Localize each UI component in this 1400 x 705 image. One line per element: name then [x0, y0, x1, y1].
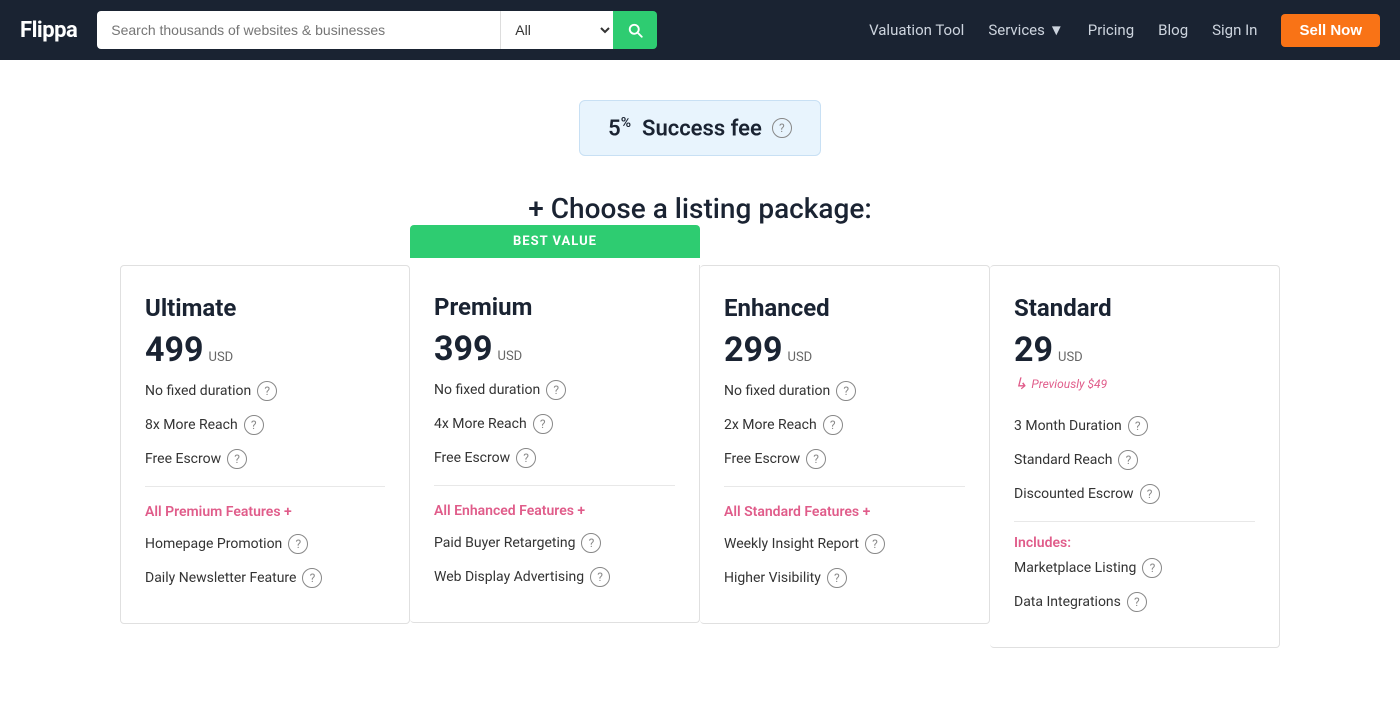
card-ultimate-title: Ultimate — [145, 294, 385, 322]
list-item: No fixed duration ? — [145, 374, 385, 408]
list-item: No fixed duration ? — [724, 374, 965, 408]
help-icon[interactable]: ? — [1127, 592, 1147, 612]
success-fee-help-icon[interactable]: ? — [772, 118, 792, 138]
help-icon[interactable]: ? — [823, 415, 843, 435]
card-standard-title: Standard — [1014, 294, 1255, 322]
list-item: Discounted Escrow ? — [1014, 477, 1255, 511]
card-premium: Premium 399 USD No fixed duration ? 4x M… — [410, 265, 700, 623]
card-standard-includes-label: Includes: — [1014, 528, 1071, 558]
help-icon[interactable]: ? — [533, 414, 553, 434]
card-standard-price: 29 — [1014, 330, 1053, 370]
card-ultimate: Ultimate 499 USD No fixed duration ? 8x … — [120, 265, 410, 624]
search-input[interactable] — [97, 11, 500, 49]
best-value-label: BEST VALUE — [410, 225, 700, 258]
card-enhanced-features-link[interactable]: All Standard Features + — [724, 497, 965, 527]
card-enhanced-price: 299 — [724, 330, 783, 370]
chevron-down-icon: ▼ — [1049, 21, 1064, 39]
list-item: Homepage Promotion ? — [145, 527, 385, 561]
card-ultimate-currency: USD — [209, 350, 234, 365]
list-item: 2x More Reach ? — [724, 408, 965, 442]
card-premium-price: 399 — [434, 329, 493, 369]
card-premium-features: No fixed duration ? 4x More Reach ? Free… — [434, 373, 675, 475]
card-premium-features-link[interactable]: All Enhanced Features + — [434, 496, 675, 526]
nav-links: Valuation Tool Services ▼ Pricing Blog S… — [869, 14, 1380, 47]
choose-package-title: + Choose a listing package: — [120, 192, 1280, 225]
list-item: Standard Reach ? — [1014, 443, 1255, 477]
list-item: Paid Buyer Retargeting ? — [434, 526, 675, 560]
pricing-cards: BEST VALUE Ultimate 499 USD No fixed dur… — [120, 265, 1280, 648]
search-button[interactable] — [613, 11, 657, 49]
help-icon[interactable]: ? — [827, 568, 847, 588]
divider — [724, 486, 965, 487]
help-icon[interactable]: ? — [1142, 558, 1162, 578]
list-item: Higher Visibility ? — [724, 561, 965, 595]
nav-valuation-tool[interactable]: Valuation Tool — [869, 21, 964, 39]
search-category-select[interactable]: All Websites Apps Domains Businesses — [500, 11, 613, 49]
card-standard-prev-price: ↳ Previously $49 — [1014, 374, 1255, 393]
nav-services[interactable]: Services ▼ — [988, 21, 1063, 39]
card-premium-title: Premium — [434, 293, 675, 321]
main-content: 5% Success fee ? + Choose a listing pack… — [100, 60, 1300, 688]
help-icon[interactable]: ? — [836, 381, 856, 401]
list-item: Free Escrow ? — [145, 442, 385, 476]
navbar: Flippa All Websites Apps Domains Busines… — [0, 0, 1400, 60]
card-standard: Standard 29 USD ↳ Previously $49 3 Month… — [990, 265, 1280, 648]
card-enhanced: Enhanced 299 USD No fixed duration ? 2x … — [700, 265, 990, 624]
list-item: Free Escrow ? — [724, 442, 965, 476]
list-item: Web Display Advertising ? — [434, 560, 675, 594]
divider — [145, 486, 385, 487]
help-icon[interactable]: ? — [581, 533, 601, 553]
search-container: All Websites Apps Domains Businesses — [97, 11, 657, 49]
help-icon[interactable]: ? — [1118, 450, 1138, 470]
success-fee-section: 5% Success fee ? — [120, 100, 1280, 156]
card-standard-features: 3 Month Duration ? Standard Reach ? Disc… — [1014, 409, 1255, 511]
divider — [434, 485, 675, 486]
nav-pricing[interactable]: Pricing — [1088, 21, 1134, 39]
help-icon[interactable]: ? — [546, 380, 566, 400]
card-premium-price-row: 399 USD — [434, 329, 675, 369]
nav-blog[interactable]: Blog — [1158, 21, 1188, 39]
success-fee-percent: 5% Success fee — [608, 115, 762, 141]
card-standard-currency: USD — [1058, 350, 1083, 365]
card-enhanced-currency: USD — [788, 350, 813, 365]
card-enhanced-price-row: 299 USD — [724, 330, 965, 370]
help-icon[interactable]: ? — [516, 448, 536, 468]
card-enhanced-title: Enhanced — [724, 294, 965, 322]
list-item: Free Escrow ? — [434, 441, 675, 475]
card-ultimate-features-link[interactable]: All Premium Features + — [145, 497, 385, 527]
help-icon[interactable]: ? — [1140, 484, 1160, 504]
card-ultimate-price: 499 — [145, 330, 204, 370]
help-icon[interactable]: ? — [1128, 416, 1148, 436]
help-icon[interactable]: ? — [590, 567, 610, 587]
nav-sign-in[interactable]: Sign In — [1212, 21, 1257, 39]
card-standard-price-row: 29 USD — [1014, 330, 1255, 370]
list-item: No fixed duration ? — [434, 373, 675, 407]
list-item: Data Integrations ? — [1014, 585, 1255, 619]
card-enhanced-features: No fixed duration ? 2x More Reach ? Free… — [724, 374, 965, 476]
logo[interactable]: Flippa — [20, 18, 77, 43]
list-item: 3 Month Duration ? — [1014, 409, 1255, 443]
success-fee-badge: 5% Success fee ? — [579, 100, 821, 156]
list-item: Weekly Insight Report ? — [724, 527, 965, 561]
help-icon[interactable]: ? — [257, 381, 277, 401]
card-premium-currency: USD — [498, 349, 523, 364]
list-item: 4x More Reach ? — [434, 407, 675, 441]
list-item: Daily Newsletter Feature ? — [145, 561, 385, 595]
list-item: 8x More Reach ? — [145, 408, 385, 442]
card-ultimate-features: No fixed duration ? 8x More Reach ? Free… — [145, 374, 385, 476]
help-icon[interactable]: ? — [806, 449, 826, 469]
card-ultimate-price-row: 499 USD — [145, 330, 385, 370]
help-icon[interactable]: ? — [302, 568, 322, 588]
help-icon[interactable]: ? — [227, 449, 247, 469]
divider — [1014, 521, 1255, 522]
help-icon[interactable]: ? — [288, 534, 308, 554]
sell-now-button[interactable]: Sell Now — [1281, 14, 1380, 47]
help-icon[interactable]: ? — [244, 415, 264, 435]
help-icon[interactable]: ? — [865, 534, 885, 554]
